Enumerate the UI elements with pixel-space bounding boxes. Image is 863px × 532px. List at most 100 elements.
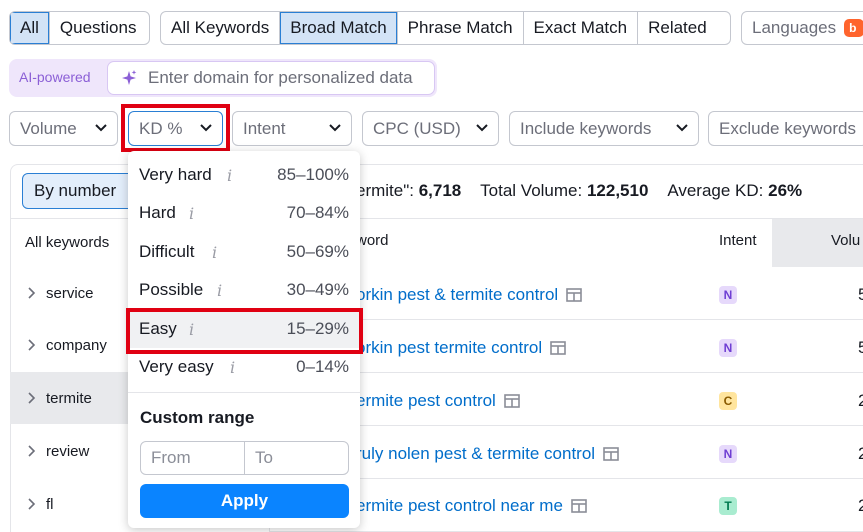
group-label: review — [46, 442, 90, 460]
keyword-link[interactable]: ermite pest control — [356, 391, 520, 411]
keyword-text: orkin pest termite control — [356, 338, 543, 357]
kd-option-possible[interactable]: Possible i 30–49% — [128, 271, 360, 309]
keyword-count: 6,718 — [418, 181, 462, 200]
group-item-company[interactable]: company — [10, 319, 130, 371]
summary-prefix: ermite": — [356, 181, 419, 200]
keyword-text: ermite pest control near me — [356, 496, 563, 515]
kd-option-range: 30–49% — [286, 280, 349, 299]
domain-input-placeholder: Enter domain for personalized data — [148, 68, 413, 87]
volume-filter[interactable]: Volume — [9, 111, 118, 146]
volume-value: 2 — [858, 391, 863, 410]
all-keywords-header: All keywords — [25, 234, 110, 251]
intent-filter[interactable]: Intent — [232, 111, 352, 146]
serp-features-icon[interactable] — [571, 499, 587, 513]
intent-badge: N — [719, 339, 737, 357]
volume-value: 5 — [858, 285, 863, 304]
chevron-right-icon — [28, 339, 36, 351]
kd-option-label: Possible — [139, 280, 204, 299]
kd-option-range: 85–100% — [277, 165, 349, 184]
group-item-review[interactable]: review — [10, 425, 130, 477]
group-item-termite[interactable]: termite — [10, 372, 130, 424]
serp-features-icon[interactable] — [603, 447, 619, 461]
cpc-filter[interactable]: CPC (USD) — [362, 111, 499, 146]
keyword-link[interactable]: orkin pest & termite control — [356, 285, 583, 305]
to-placeholder: To — [255, 448, 273, 467]
chevron-right-icon — [28, 445, 36, 457]
keyword-text: ruly nolen pest & termite control — [356, 444, 596, 463]
kd-option-label: Very easy — [139, 357, 214, 376]
serp-features-icon[interactable] — [550, 341, 566, 355]
intent-badge: N — [719, 445, 737, 463]
chevron-down-icon — [200, 124, 212, 132]
volume-value: 5 — [858, 338, 863, 357]
intent-badge: T — [719, 497, 737, 515]
range-from-input[interactable]: From — [141, 442, 244, 474]
sparkle-icon — [122, 70, 137, 85]
apply-button[interactable]: Apply — [140, 484, 349, 518]
chevron-down-icon — [676, 124, 688, 132]
chevron-down-icon — [95, 124, 107, 132]
kd-option-label: Hard — [139, 203, 176, 222]
info-icon[interactable]: i — [227, 166, 232, 185]
serp-features-icon[interactable] — [566, 288, 583, 302]
kd-option-very-hard[interactable]: Very hard i 85–100% — [128, 156, 360, 194]
chevron-down-icon — [329, 124, 341, 132]
tab-exact-match[interactable]: Exact Match — [522, 12, 638, 44]
tab-all-keywords[interactable]: All Keywords — [161, 12, 279, 44]
group-item-fl[interactable]: fl — [10, 478, 130, 530]
intent-filter-label: Intent — [243, 118, 286, 138]
kd-option-hard[interactable]: Hard i 70–84% — [128, 194, 360, 232]
keyword-column-header[interactable]: word — [356, 232, 389, 249]
info-icon[interactable]: i — [230, 358, 235, 377]
languages-filter[interactable]: Languages b — [741, 11, 863, 45]
kd-option-range: 70–84% — [286, 203, 349, 222]
info-icon[interactable]: i — [189, 204, 194, 223]
keyword-link[interactable]: ruly nolen pest & termite control — [356, 444, 619, 464]
ai-powered-label: AI-powered — [19, 69, 91, 85]
kd-dropdown-menu: Very hard i 85–100% Hard i 70–84% Diffic… — [128, 151, 360, 528]
info-icon[interactable]: i — [212, 243, 217, 262]
tab-broad-match[interactable]: Broad Match — [279, 12, 397, 44]
tab-phrase-match[interactable]: Phrase Match — [396, 12, 523, 44]
include-keywords-filter[interactable]: Include keywords — [509, 111, 699, 146]
languages-label: Languages — [752, 18, 837, 37]
kd-option-difficult[interactable]: Difficult i 50–69% — [128, 233, 360, 271]
tab-questions[interactable]: Questions — [48, 12, 147, 44]
tab-related[interactable]: Related — [637, 12, 717, 44]
average-kd-value: 26% — [768, 181, 803, 200]
info-icon[interactable]: i — [189, 320, 194, 339]
volume-filter-label: Volume — [20, 118, 77, 138]
domain-input[interactable]: Enter domain for personalized data — [107, 61, 435, 95]
total-volume-label: Total Volume: — [480, 181, 587, 200]
volume-value: 2 — [858, 496, 863, 515]
kd-option-range: 15–29% — [286, 319, 349, 338]
tab-all[interactable]: All — [10, 12, 49, 44]
exclude-keywords-filter[interactable]: Exclude keywords — [708, 111, 863, 146]
by-number-button[interactable]: By number — [22, 173, 142, 209]
range-to-input[interactable]: To — [244, 442, 348, 474]
intent-column-header[interactable]: Intent — [719, 232, 757, 249]
exclude-keywords-label: Exclude keywords — [719, 118, 857, 138]
beta-badge: b — [844, 19, 863, 37]
dropdown-divider — [128, 392, 360, 393]
kd-filter-label: KD % — [139, 118, 183, 138]
keyword-text: ermite pest control — [356, 391, 496, 410]
keyword-link[interactable]: ermite pest control near me — [356, 496, 587, 516]
kd-option-easy[interactable]: Easy i 15–29% — [128, 310, 360, 348]
kd-option-very-easy[interactable]: Very easy i 0–14% — [128, 348, 360, 386]
keyword-link[interactable]: orkin pest termite control — [356, 338, 566, 358]
intent-badge: N — [719, 286, 737, 304]
info-icon[interactable]: i — [217, 281, 222, 300]
volume-column-header[interactable]: Volu — [831, 232, 860, 249]
group-label: company — [46, 336, 107, 354]
kd-filter[interactable]: KD % — [128, 111, 223, 146]
group-item-service[interactable]: service — [10, 267, 130, 319]
keyword-text: orkin pest & termite control — [356, 285, 559, 304]
average-kd-label: Average KD: — [667, 181, 769, 200]
chevron-right-icon — [28, 392, 36, 404]
chevron-right-icon — [28, 498, 36, 510]
serp-features-icon[interactable] — [504, 394, 520, 408]
custom-range-inputs: From To — [140, 441, 349, 475]
kd-option-label: Difficult — [139, 242, 195, 261]
match-type-tabs: All Keywords Broad Match Phrase Match Ex… — [160, 11, 731, 45]
